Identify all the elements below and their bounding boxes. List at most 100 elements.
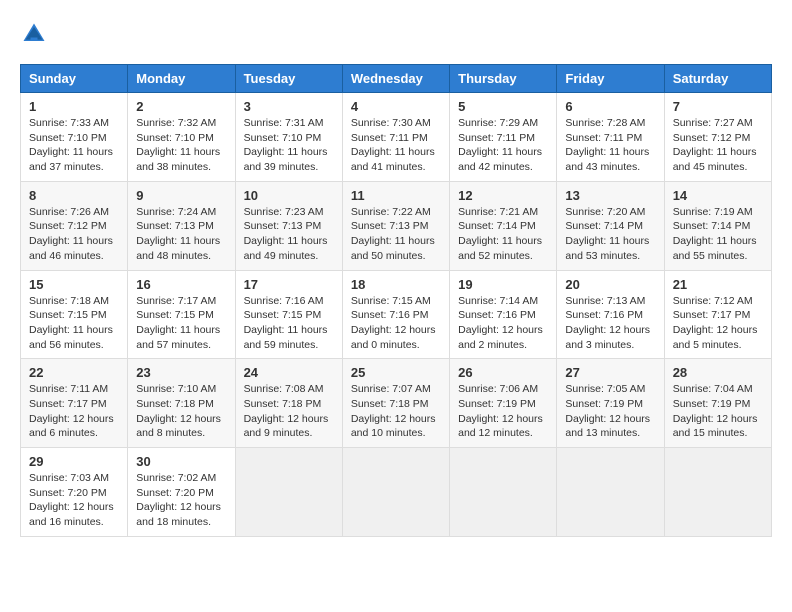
calendar-week-row: 29 Sunrise: 7:03 AM Sunset: 7:20 PM Dayl… <box>21 448 772 537</box>
calendar-week-row: 8 Sunrise: 7:26 AM Sunset: 7:12 PM Dayli… <box>21 181 772 270</box>
calendar-cell: 9 Sunrise: 7:24 AM Sunset: 7:13 PM Dayli… <box>128 181 235 270</box>
calendar-cell: 4 Sunrise: 7:30 AM Sunset: 7:11 PM Dayli… <box>342 93 449 182</box>
logo-icon <box>20 20 48 48</box>
calendar-cell: 14 Sunrise: 7:19 AM Sunset: 7:14 PM Dayl… <box>664 181 771 270</box>
calendar-cell: 26 Sunrise: 7:06 AM Sunset: 7:19 PM Dayl… <box>450 359 557 448</box>
calendar-cell: 12 Sunrise: 7:21 AM Sunset: 7:14 PM Dayl… <box>450 181 557 270</box>
day-number: 1 <box>29 99 119 114</box>
page-header <box>20 20 772 48</box>
day-number: 20 <box>565 277 655 292</box>
day-info: Sunrise: 7:11 AM Sunset: 7:17 PM Dayligh… <box>29 382 119 441</box>
day-number: 4 <box>351 99 441 114</box>
day-number: 17 <box>244 277 334 292</box>
day-info: Sunrise: 7:26 AM Sunset: 7:12 PM Dayligh… <box>29 205 119 264</box>
calendar-cell: 29 Sunrise: 7:03 AM Sunset: 7:20 PM Dayl… <box>21 448 128 537</box>
day-info: Sunrise: 7:27 AM Sunset: 7:12 PM Dayligh… <box>673 116 763 175</box>
day-number: 27 <box>565 365 655 380</box>
calendar-cell: 11 Sunrise: 7:22 AM Sunset: 7:13 PM Dayl… <box>342 181 449 270</box>
day-info: Sunrise: 7:30 AM Sunset: 7:11 PM Dayligh… <box>351 116 441 175</box>
day-number: 3 <box>244 99 334 114</box>
day-number: 15 <box>29 277 119 292</box>
day-info: Sunrise: 7:10 AM Sunset: 7:18 PM Dayligh… <box>136 382 226 441</box>
day-info: Sunrise: 7:18 AM Sunset: 7:15 PM Dayligh… <box>29 294 119 353</box>
day-number: 11 <box>351 188 441 203</box>
day-info: Sunrise: 7:22 AM Sunset: 7:13 PM Dayligh… <box>351 205 441 264</box>
calendar-cell: 1 Sunrise: 7:33 AM Sunset: 7:10 PM Dayli… <box>21 93 128 182</box>
day-number: 23 <box>136 365 226 380</box>
calendar-cell: 30 Sunrise: 7:02 AM Sunset: 7:20 PM Dayl… <box>128 448 235 537</box>
calendar-week-row: 22 Sunrise: 7:11 AM Sunset: 7:17 PM Dayl… <box>21 359 772 448</box>
day-number: 9 <box>136 188 226 203</box>
calendar-cell: 21 Sunrise: 7:12 AM Sunset: 7:17 PM Dayl… <box>664 270 771 359</box>
day-number: 28 <box>673 365 763 380</box>
day-number: 26 <box>458 365 548 380</box>
day-info: Sunrise: 7:05 AM Sunset: 7:19 PM Dayligh… <box>565 382 655 441</box>
calendar-cell: 5 Sunrise: 7:29 AM Sunset: 7:11 PM Dayli… <box>450 93 557 182</box>
day-number: 10 <box>244 188 334 203</box>
calendar-cell <box>664 448 771 537</box>
day-header-friday: Friday <box>557 65 664 93</box>
day-info: Sunrise: 7:12 AM Sunset: 7:17 PM Dayligh… <box>673 294 763 353</box>
day-number: 7 <box>673 99 763 114</box>
day-info: Sunrise: 7:23 AM Sunset: 7:13 PM Dayligh… <box>244 205 334 264</box>
day-number: 14 <box>673 188 763 203</box>
calendar-cell: 20 Sunrise: 7:13 AM Sunset: 7:16 PM Dayl… <box>557 270 664 359</box>
day-header-thursday: Thursday <box>450 65 557 93</box>
day-header-tuesday: Tuesday <box>235 65 342 93</box>
day-header-saturday: Saturday <box>664 65 771 93</box>
day-info: Sunrise: 7:29 AM Sunset: 7:11 PM Dayligh… <box>458 116 548 175</box>
day-number: 18 <box>351 277 441 292</box>
day-info: Sunrise: 7:21 AM Sunset: 7:14 PM Dayligh… <box>458 205 548 264</box>
calendar-cell: 18 Sunrise: 7:15 AM Sunset: 7:16 PM Dayl… <box>342 270 449 359</box>
calendar-cell: 8 Sunrise: 7:26 AM Sunset: 7:12 PM Dayli… <box>21 181 128 270</box>
day-header-monday: Monday <box>128 65 235 93</box>
day-number: 29 <box>29 454 119 469</box>
calendar-cell: 25 Sunrise: 7:07 AM Sunset: 7:18 PM Dayl… <box>342 359 449 448</box>
day-info: Sunrise: 7:16 AM Sunset: 7:15 PM Dayligh… <box>244 294 334 353</box>
calendar-cell <box>342 448 449 537</box>
day-header-sunday: Sunday <box>21 65 128 93</box>
calendar-cell: 13 Sunrise: 7:20 AM Sunset: 7:14 PM Dayl… <box>557 181 664 270</box>
day-info: Sunrise: 7:33 AM Sunset: 7:10 PM Dayligh… <box>29 116 119 175</box>
calendar-cell: 7 Sunrise: 7:27 AM Sunset: 7:12 PM Dayli… <box>664 93 771 182</box>
calendar-cell: 6 Sunrise: 7:28 AM Sunset: 7:11 PM Dayli… <box>557 93 664 182</box>
calendar-cell: 24 Sunrise: 7:08 AM Sunset: 7:18 PM Dayl… <box>235 359 342 448</box>
calendar-cell: 19 Sunrise: 7:14 AM Sunset: 7:16 PM Dayl… <box>450 270 557 359</box>
calendar-cell: 15 Sunrise: 7:18 AM Sunset: 7:15 PM Dayl… <box>21 270 128 359</box>
day-info: Sunrise: 7:04 AM Sunset: 7:19 PM Dayligh… <box>673 382 763 441</box>
day-header-wednesday: Wednesday <box>342 65 449 93</box>
day-number: 12 <box>458 188 548 203</box>
day-number: 30 <box>136 454 226 469</box>
calendar-cell: 28 Sunrise: 7:04 AM Sunset: 7:19 PM Dayl… <box>664 359 771 448</box>
day-number: 25 <box>351 365 441 380</box>
calendar-cell: 23 Sunrise: 7:10 AM Sunset: 7:18 PM Dayl… <box>128 359 235 448</box>
day-info: Sunrise: 7:31 AM Sunset: 7:10 PM Dayligh… <box>244 116 334 175</box>
calendar-header-row: SundayMondayTuesdayWednesdayThursdayFrid… <box>21 65 772 93</box>
day-info: Sunrise: 7:03 AM Sunset: 7:20 PM Dayligh… <box>29 471 119 530</box>
calendar-cell: 16 Sunrise: 7:17 AM Sunset: 7:15 PM Dayl… <box>128 270 235 359</box>
day-info: Sunrise: 7:08 AM Sunset: 7:18 PM Dayligh… <box>244 382 334 441</box>
day-info: Sunrise: 7:02 AM Sunset: 7:20 PM Dayligh… <box>136 471 226 530</box>
day-number: 24 <box>244 365 334 380</box>
day-number: 16 <box>136 277 226 292</box>
day-info: Sunrise: 7:19 AM Sunset: 7:14 PM Dayligh… <box>673 205 763 264</box>
day-number: 21 <box>673 277 763 292</box>
day-number: 5 <box>458 99 548 114</box>
day-number: 13 <box>565 188 655 203</box>
calendar-week-row: 15 Sunrise: 7:18 AM Sunset: 7:15 PM Dayl… <box>21 270 772 359</box>
day-number: 6 <box>565 99 655 114</box>
calendar-cell: 3 Sunrise: 7:31 AM Sunset: 7:10 PM Dayli… <box>235 93 342 182</box>
day-number: 2 <box>136 99 226 114</box>
day-info: Sunrise: 7:15 AM Sunset: 7:16 PM Dayligh… <box>351 294 441 353</box>
day-info: Sunrise: 7:06 AM Sunset: 7:19 PM Dayligh… <box>458 382 548 441</box>
calendar-cell: 17 Sunrise: 7:16 AM Sunset: 7:15 PM Dayl… <box>235 270 342 359</box>
day-info: Sunrise: 7:07 AM Sunset: 7:18 PM Dayligh… <box>351 382 441 441</box>
day-info: Sunrise: 7:17 AM Sunset: 7:15 PM Dayligh… <box>136 294 226 353</box>
day-number: 22 <box>29 365 119 380</box>
calendar-cell <box>235 448 342 537</box>
calendar-cell: 22 Sunrise: 7:11 AM Sunset: 7:17 PM Dayl… <box>21 359 128 448</box>
calendar-week-row: 1 Sunrise: 7:33 AM Sunset: 7:10 PM Dayli… <box>21 93 772 182</box>
calendar-cell: 2 Sunrise: 7:32 AM Sunset: 7:10 PM Dayli… <box>128 93 235 182</box>
day-number: 8 <box>29 188 119 203</box>
calendar-cell <box>450 448 557 537</box>
